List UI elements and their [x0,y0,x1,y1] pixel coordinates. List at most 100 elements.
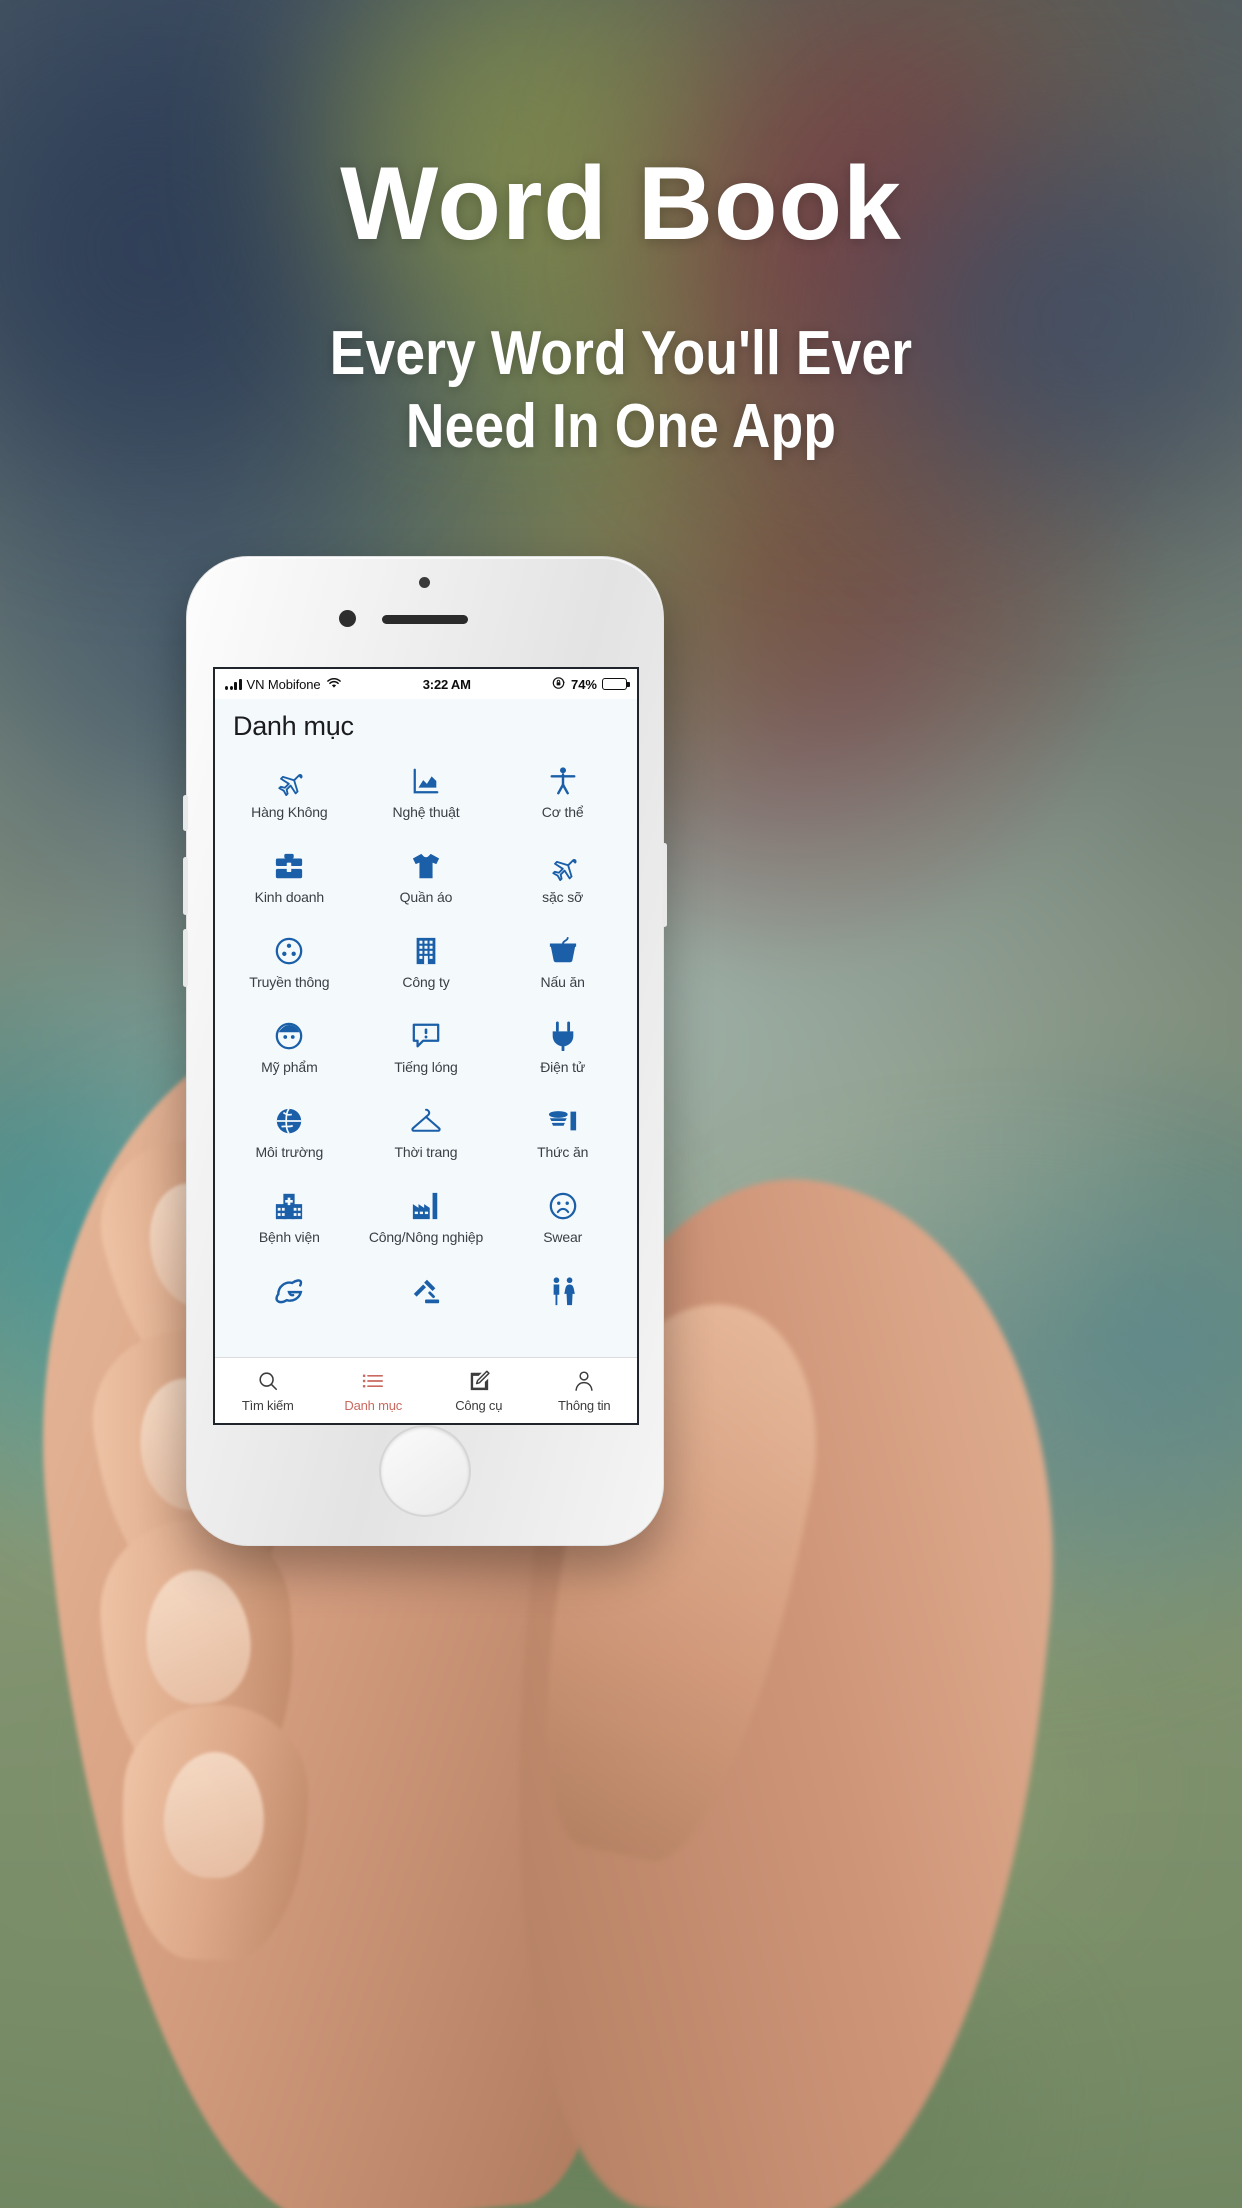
proximity-sensor-icon [419,577,430,588]
battery-icon [602,678,630,690]
category-label: Mỹ phẩm [261,1059,318,1075]
front-camera-icon [339,610,356,627]
category-label: Bệnh viện [258,1229,320,1245]
restroom-people-icon [548,1275,578,1307]
volume-down-button[interactable] [183,929,188,987]
hanger-icon [411,1105,441,1137]
category-item[interactable]: Swear [494,1181,631,1266]
tab-label: Tìm kiếm [241,1397,294,1413]
category-label: Công/Nông nghiệp [368,1229,484,1245]
screen-title: Danh mục [215,699,637,752]
category-item[interactable] [494,1266,631,1351]
hospital-icon [274,1190,304,1222]
status-bar: VN Mobifone 3:22 AM 74% [215,669,637,699]
home-button[interactable] [379,1425,471,1517]
office-building-icon [411,935,441,967]
internet-explorer-icon [274,1275,304,1307]
tab-label: Danh mục [344,1397,403,1413]
speech-bubble-icon [411,1020,441,1052]
status-bar-time: 3:22 AM [422,676,471,692]
category-item[interactable]: Tiếng lóng [358,1011,495,1096]
wifi-icon [326,677,342,692]
battery-percent-label: 74% [570,676,597,692]
category-label: Thức ăn [537,1144,589,1160]
power-button[interactable] [662,843,667,927]
earpiece-speaker [382,615,468,624]
category-label: Tiếng lóng [394,1059,458,1075]
tshirt-icon [411,850,441,882]
tab-1[interactable]: Tìm kiếm [215,1358,321,1423]
category-label: Thời trang [394,1144,458,1160]
list-icon [362,1369,384,1393]
sad-face-icon [548,1190,578,1222]
category-label: Kinh doanh [254,889,324,905]
chart-art-icon [411,765,441,797]
search-icon [257,1369,279,1393]
tab-4[interactable]: Thông tin [532,1358,638,1423]
person-icon [573,1369,595,1393]
category-label: Điện tử [540,1059,586,1075]
phone-mockup: VN Mobifone 3:22 AM 74% Danh mục Hàng Kh… [183,556,667,1546]
face-cosmetics-icon [274,1020,304,1052]
volume-up-button[interactable] [183,857,188,915]
category-item[interactable]: Thời trang [358,1096,495,1181]
factory-icon [411,1190,441,1222]
category-label: Nghệ thuật [392,804,460,820]
category-label: Cơ thể [541,804,584,820]
page-title: Word Book [340,146,902,262]
hero-subtitle-line-1: Every Word You'll Ever [329,319,913,389]
category-item[interactable]: Bệnh viện [221,1181,358,1266]
category-item[interactable] [221,1266,358,1351]
carrier-label: VN Mobifone [246,676,321,692]
status-bar-right: 74% [552,676,630,693]
category-label: Công ty [402,974,450,990]
tab-label: Thông tin [558,1397,611,1413]
category-item[interactable]: sặc sỡ [494,841,631,926]
category-item[interactable]: Quần áo [358,841,495,926]
status-bar-left: VN Mobifone [225,677,342,692]
briefcase-icon [274,850,304,882]
silent-switch[interactable] [183,795,188,831]
category-item[interactable]: Cơ thể [494,756,631,841]
bottom-tab-bar: Tìm kiếm Danh mục Công cụ Thông tin [215,1357,637,1423]
hero-subtitle-line-2: Need In One App [405,392,837,462]
category-item[interactable]: Môi trường [221,1096,358,1181]
category-label: Nấu ăn [540,974,585,990]
category-item[interactable] [358,1266,495,1351]
category-item[interactable]: Công ty [358,926,495,1011]
signal-bars-icon [225,678,242,690]
tab-3[interactable]: Công cụ [426,1358,532,1423]
body-person-icon [548,765,578,797]
tab-label: Công cụ [455,1397,503,1413]
cooking-pot-icon [548,935,578,967]
category-label: Swear [543,1229,583,1245]
hero-text-block: Word Book Every Word You'll Ever Need In… [0,146,1242,464]
food-drink-icon [548,1105,578,1137]
category-item[interactable]: Kinh doanh [221,841,358,926]
tab-2[interactable]: Danh mục [321,1358,427,1423]
category-item[interactable]: Nghệ thuật [358,756,495,841]
plug-icon [548,1020,578,1052]
hero-subtitle: Every Word You'll Ever Need In One App [87,317,1155,463]
rotation-lock-icon [552,676,566,693]
category-item[interactable]: Truyền thông [221,926,358,1011]
category-item[interactable]: Thức ăn [494,1096,631,1181]
broadcast-circle-icon [274,935,304,967]
category-item[interactable]: Nấu ăn [494,926,631,1011]
category-grid: Hàng Không Nghệ thuật Cơ thể Kinh doanh Quần… [215,752,637,1357]
airplane-outline-icon [548,850,578,882]
edit-pencil-icon [468,1369,490,1393]
category-item[interactable]: Điện tử [494,1011,631,1096]
category-item[interactable]: Mỹ phẩm [221,1011,358,1096]
category-item[interactable]: Hàng Không [221,756,358,841]
category-item[interactable]: Công/Nông nghiệp [358,1181,495,1266]
globe-icon [274,1105,304,1137]
category-label: Truyền thông [249,974,330,990]
category-label: Quần áo [399,889,453,905]
category-label: Hàng Không [251,804,328,820]
phone-screen: VN Mobifone 3:22 AM 74% Danh mục Hàng Kh… [213,667,639,1425]
category-label: sặc sỡ [542,889,584,905]
airplane-icon [274,765,304,797]
gavel-icon [411,1275,441,1307]
category-label: Môi trường [255,1144,324,1160]
